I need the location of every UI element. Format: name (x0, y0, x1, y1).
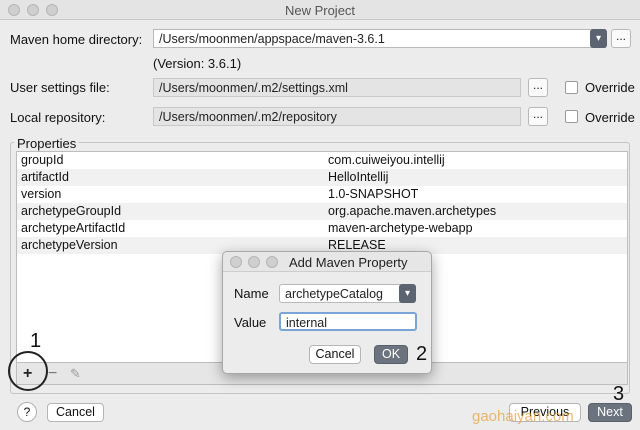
annotation-2: 2 (416, 343, 428, 365)
cancel-button[interactable]: Cancel (47, 403, 104, 422)
maven-home-select[interactable]: /Users/moonmen/appspace/maven-3.6.1 (153, 29, 606, 48)
watermark: gaohaiyan.com (472, 408, 574, 425)
dialog-minimize-icon[interactable] (248, 256, 260, 268)
table-row[interactable]: version 1.0-SNAPSHOT (17, 186, 627, 203)
table-row[interactable]: archetypeArtifactId maven-archetype-weba… (17, 220, 627, 237)
help-button[interactable]: ? (17, 402, 37, 422)
dialog-ok-button[interactable]: OK (374, 345, 408, 364)
dialog-close-icon[interactable] (230, 256, 242, 268)
property-value: org.apache.maven.archetypes (328, 204, 497, 218)
settings-file-label: User settings file: (10, 80, 110, 95)
dialog-cancel-button[interactable]: Cancel (309, 345, 361, 364)
settings-file-browse-button[interactable]: ... (528, 78, 548, 97)
property-key: version (21, 187, 62, 201)
settings-override-label: Override (585, 80, 635, 95)
annotation-1: 1 (30, 330, 42, 352)
table-row[interactable]: groupId com.cuiweiyou.intellij (17, 152, 627, 169)
property-key: archetypeArtifactId (21, 221, 126, 235)
chevron-down-icon[interactable]: ▾ (590, 29, 607, 48)
table-row[interactable]: archetypeGroupId org.apache.maven.archet… (17, 203, 627, 220)
property-key: archetypeVersion (21, 238, 118, 252)
chevron-down-icon[interactable]: ▾ (399, 284, 416, 303)
remove-icon[interactable]: − (48, 365, 57, 383)
window-title: New Project (284, 3, 356, 18)
property-key: artifactId (21, 170, 69, 184)
maven-version-text: (Version: 3.6.1) (153, 56, 242, 71)
highlight-circle (8, 351, 48, 391)
local-repo-browse-button[interactable]: ... (528, 107, 548, 126)
title-bar: New Project (0, 0, 640, 20)
dialog-title-bar: Add Maven Property (223, 252, 431, 272)
edit-icon[interactable]: ✎ (70, 366, 81, 382)
property-value: com.cuiweiyou.intellij (328, 153, 445, 167)
maven-home-browse-button[interactable]: ... (611, 29, 631, 48)
maven-home-label: Maven home directory: (10, 32, 143, 47)
dialog-zoom-icon[interactable] (266, 256, 278, 268)
repo-override-checkbox[interactable] (565, 110, 578, 123)
local-repo-label: Local repository: (10, 110, 106, 125)
property-value-input[interactable]: internal (279, 312, 417, 331)
property-value: 1.0-SNAPSHOT (328, 187, 419, 201)
table-row[interactable]: artifactId HelloIntellij (17, 169, 627, 186)
add-maven-property-dialog: Add Maven Property Name archetypeCatalog… (222, 251, 432, 374)
local-repo-field[interactable]: /Users/moonmen/.m2/repository (153, 107, 521, 126)
name-label: Name (234, 286, 269, 301)
property-value: RELEASE (328, 238, 386, 252)
settings-file-field[interactable]: /Users/moonmen/.m2/settings.xml (153, 78, 521, 97)
repo-override-label: Override (585, 110, 635, 125)
properties-legend: Properties (14, 136, 80, 151)
property-name-select[interactable]: archetypeCatalog (279, 284, 415, 303)
property-key: groupId (21, 153, 64, 167)
property-value: HelloIntellij (328, 170, 389, 184)
next-button[interactable]: Next (588, 403, 632, 422)
property-value: maven-archetype-webapp (328, 221, 473, 235)
value-label: Value (234, 315, 267, 330)
annotation-3: 3 (613, 383, 625, 405)
dialog-title: Add Maven Property (289, 255, 408, 270)
new-project-window: New Project Maven home directory: /Users… (0, 0, 640, 430)
property-key: archetypeGroupId (21, 204, 122, 218)
settings-override-checkbox[interactable] (565, 81, 578, 94)
